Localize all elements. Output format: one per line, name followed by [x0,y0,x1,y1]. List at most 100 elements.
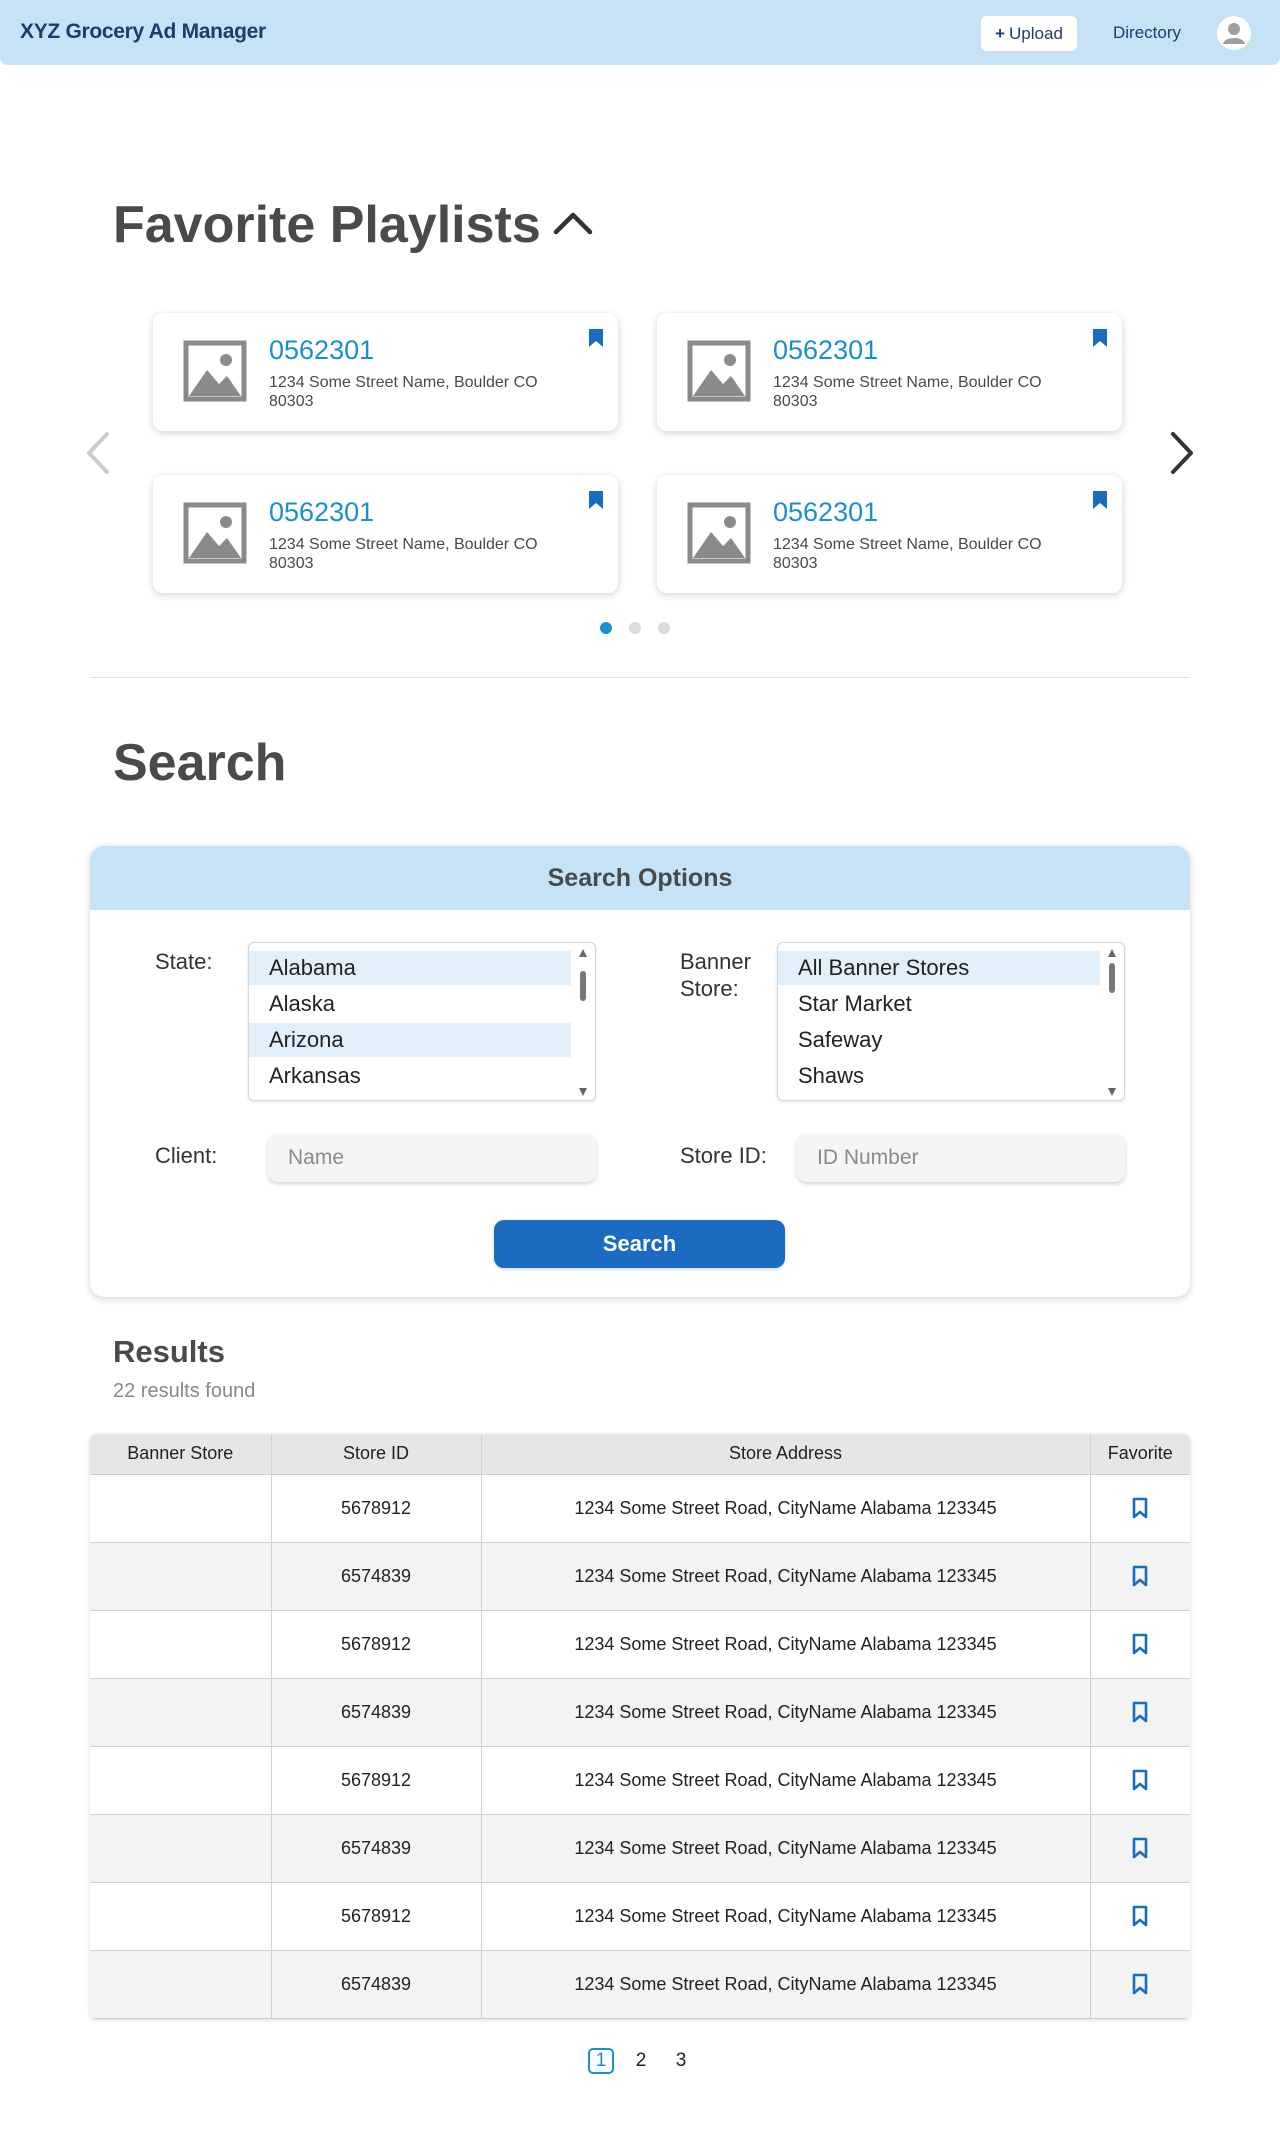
column-header-banner-store[interactable]: Banner Store [90,1434,272,1475]
cell-banner-store [90,1474,272,1543]
store-id-input[interactable] [797,1134,1125,1182]
bookmark-outline-icon[interactable] [1132,1905,1148,1927]
chevron-left-icon[interactable] [83,430,113,476]
store-id-label: Store ID: [680,1143,767,1168]
state-label: State: [155,949,213,974]
banner-option[interactable]: Shaws [778,1059,1100,1093]
cell-store-address: 1234 Some Street Road, CityName Alabama … [481,1610,1091,1679]
bookmark-icon[interactable] [588,490,604,510]
bookmark-outline-icon[interactable] [1132,1769,1148,1791]
cell-store-id: 5678912 [271,1746,482,1815]
upload-button[interactable]: + Upload [981,16,1077,51]
column-header-store-address[interactable]: Store Address [481,1434,1091,1475]
app-title: XYZ Grocery Ad Manager [20,20,266,43]
image-placeholder-icon [687,340,751,402]
state-scrollbar[interactable] [571,943,595,1100]
cell-store-id: 5678912 [271,1610,482,1679]
table-row[interactable]: 6574839 1234 Some Street Road, CityName A… [90,1678,1190,1747]
card-address: 1234 Some Street Name, Boulder CO 80303 [269,374,538,410]
banner-scrollbar[interactable] [1100,943,1124,1100]
card-address: 1234 Some Street Name, Boulder CO 80303 [773,536,1042,572]
bookmark-icon[interactable] [1092,328,1108,348]
cell-store-address: 1234 Some Street Road, CityName Alabama … [481,1746,1091,1815]
state-option[interactable]: Alaska [249,987,571,1021]
table-row[interactable]: 5678912 1234 Some Street Road, CityName A… [90,1610,1190,1679]
bookmark-icon[interactable] [588,328,604,348]
column-header-store-id[interactable]: Store ID [271,1434,482,1475]
chevron-up-icon[interactable] [553,208,593,238]
search-button[interactable]: Search [494,1220,785,1268]
section-divider [90,677,1190,678]
playlist-card[interactable]: 0562301 1234 Some Street Name, Boulder C… [657,475,1122,593]
results-count: 22 results found [113,1380,256,1402]
cell-store-address: 1234 Some Street Road, CityName Alabama … [481,1678,1091,1747]
bookmark-outline-icon[interactable] [1132,1565,1148,1587]
cell-store-id: 5678912 [271,1882,482,1951]
playlist-card[interactable]: 0562301 1234 Some Street Name, Boulder C… [657,313,1122,431]
bookmark-outline-icon[interactable] [1132,1497,1148,1519]
plus-icon: + [995,23,1006,43]
card-store-id[interactable]: 0562301 [269,497,374,528]
cell-favorite [1090,1814,1190,1883]
favorites-title: Favorite Playlists [113,196,541,254]
banner-store-listbox[interactable]: All Banner Stores Star Market Safeway Sh… [777,942,1125,1101]
state-listbox[interactable]: Alabama Alaska Arizona Arkansas [248,942,596,1101]
state-option[interactable]: Arkansas [249,1059,571,1093]
table-row[interactable]: 6574839 1234 Some Street Road, CityName A… [90,1542,1190,1611]
card-store-id[interactable]: 0562301 [773,335,878,366]
table-row[interactable]: 6574839 1234 Some Street Road, CityName A… [90,1950,1190,2019]
user-avatar-icon[interactable] [1217,16,1251,50]
table-row[interactable]: 5678912 1234 Some Street Road, CityName A… [90,1882,1190,1951]
cell-banner-store [90,1950,272,2019]
top-bar: XYZ Grocery Ad Manager + Upload Director… [0,0,1280,65]
state-option[interactable]: Arizona [249,1023,571,1057]
directory-link[interactable]: Directory [1113,23,1181,43]
cell-favorite [1090,1882,1190,1951]
client-name-input[interactable] [268,1134,596,1182]
cell-favorite [1090,1610,1190,1679]
cell-store-address: 1234 Some Street Road, CityName Alabama … [481,1474,1091,1543]
column-header-favorite[interactable]: Favorite [1090,1434,1190,1475]
bookmark-icon[interactable] [1092,490,1108,510]
banner-option[interactable]: All Banner Stores [778,951,1100,985]
page-button-2[interactable]: 2 [628,2048,654,2074]
search-title: Search [113,734,287,792]
cell-banner-store [90,1882,272,1951]
cell-store-id: 6574839 [271,1542,482,1611]
playlist-card[interactable]: 0562301 1234 Some Street Name, Boulder C… [153,475,618,593]
bookmark-outline-icon[interactable] [1132,1701,1148,1723]
cell-favorite [1090,1678,1190,1747]
cell-store-address: 1234 Some Street Road, CityName Alabama … [481,1882,1091,1951]
table-row[interactable]: 5678912 1234 Some Street Road, CityName A… [90,1746,1190,1815]
card-store-id[interactable]: 0562301 [269,335,374,366]
results-pagination: 1 2 3 [588,2048,694,2074]
results-title: Results [113,1334,225,1369]
carousel-dot[interactable] [600,622,612,634]
page-button-3[interactable]: 3 [668,2048,694,2074]
playlist-card[interactable]: 0562301 1234 Some Street Name, Boulder C… [153,313,618,431]
carousel-dot[interactable] [658,622,670,634]
state-option[interactable]: Alabama [249,951,571,985]
cell-favorite [1090,1950,1190,2019]
cell-banner-store [90,1678,272,1747]
banner-option[interactable]: Star Market [778,987,1100,1021]
page-button-1[interactable]: 1 [588,2048,614,2074]
card-address: 1234 Some Street Name, Boulder CO 80303 [773,374,1042,410]
bookmark-outline-icon[interactable] [1132,1973,1148,1995]
table-row[interactable]: 6574839 1234 Some Street Road, CityName A… [90,1814,1190,1883]
chevron-right-icon[interactable] [1167,430,1197,476]
card-address: 1234 Some Street Name, Boulder CO 80303 [269,536,538,572]
bookmark-outline-icon[interactable] [1132,1837,1148,1859]
bookmark-outline-icon[interactable] [1132,1633,1148,1655]
cell-banner-store [90,1542,272,1611]
client-label: Client: [155,1143,218,1168]
carousel-dot[interactable] [629,622,641,634]
banner-option[interactable]: Safeway [778,1023,1100,1057]
image-placeholder-icon [183,340,247,402]
cell-favorite [1090,1474,1190,1543]
table-row[interactable]: 5678912 1234 Some Street Road, CityName A… [90,1474,1190,1543]
cell-store-id: 6574839 [271,1950,482,2019]
card-store-id[interactable]: 0562301 [773,497,878,528]
banner-store-label: Banner Store: [680,949,751,1001]
cell-store-id: 6574839 [271,1814,482,1883]
